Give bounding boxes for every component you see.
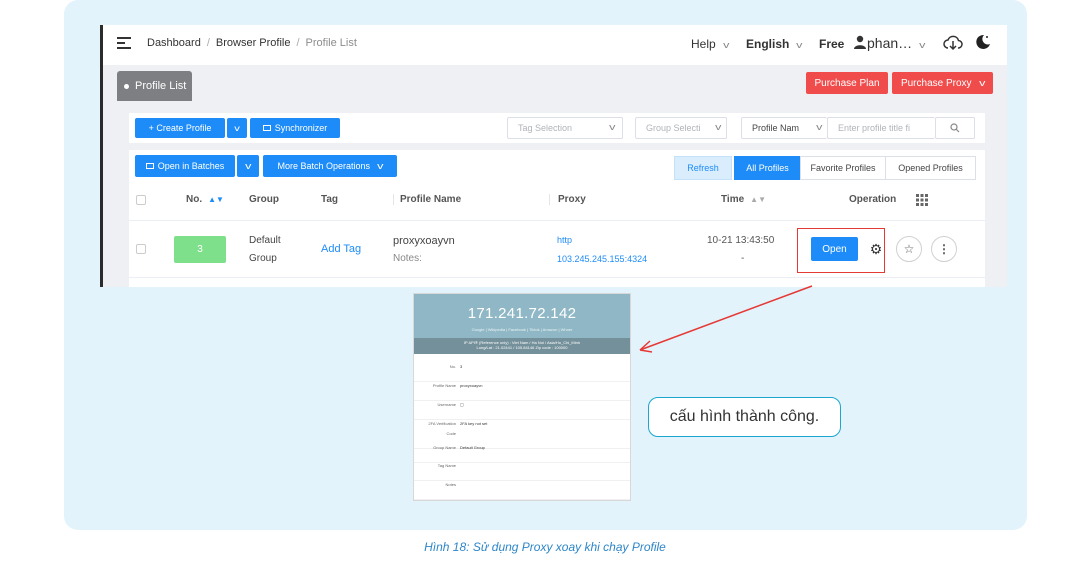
- result-field-key: Code: [446, 431, 456, 436]
- success-callout: cấu hình thành công.: [648, 397, 841, 437]
- result-geo-bar: IP API® (Reference only) : Viet Nam / Ha…: [414, 338, 630, 354]
- figure-caption: Hình 18: Sử dụng Proxy xoay khi chạy Pro…: [424, 540, 666, 554]
- result-field-value: ▢: [460, 402, 464, 407]
- result-field-key: Username: [437, 402, 456, 407]
- result-field-key: Group Name: [433, 445, 456, 450]
- result-field-value: 3: [460, 364, 463, 369]
- result-field-value: 2FA key not set: [460, 421, 488, 426]
- result-field-key: Tag Name: [437, 463, 456, 468]
- result-field-key: Notes: [445, 482, 456, 487]
- result-page-screenshot: 171.241.72.142 Google | Wikipedia | Face…: [413, 293, 631, 501]
- result-field-row: No. 3: [414, 364, 630, 382]
- result-field-key: 2FA Verification: [428, 421, 456, 426]
- result-ip: 171.241.72.142: [467, 305, 577, 322]
- result-field-row: Username ▢: [414, 402, 630, 420]
- result-geo-line2: Long/Lat : 21.02441 / 105.84146 Zip code…: [476, 345, 568, 350]
- result-field-row: Tag Name: [414, 463, 630, 481]
- result-field-key: No.: [449, 364, 456, 369]
- result-geo-line1: IP API® (Reference only) : Viet Nam / Ha…: [463, 340, 581, 345]
- result-field-key: Profile Name: [432, 383, 456, 388]
- result-field-row: Group Name Default Group: [414, 445, 630, 463]
- result-field-row: Profile Name proxyxoayvn: [414, 383, 630, 401]
- result-header: 171.241.72.142 Google | Wikipedia | Face…: [414, 294, 630, 338]
- result-links: Google | Wikipedia | Facebook | Tiktok |…: [471, 327, 573, 332]
- result-field-value: Default Group: [460, 445, 485, 450]
- result-field-row: Notes: [414, 482, 630, 500]
- result-field-value: proxyxoayvn: [460, 383, 483, 388]
